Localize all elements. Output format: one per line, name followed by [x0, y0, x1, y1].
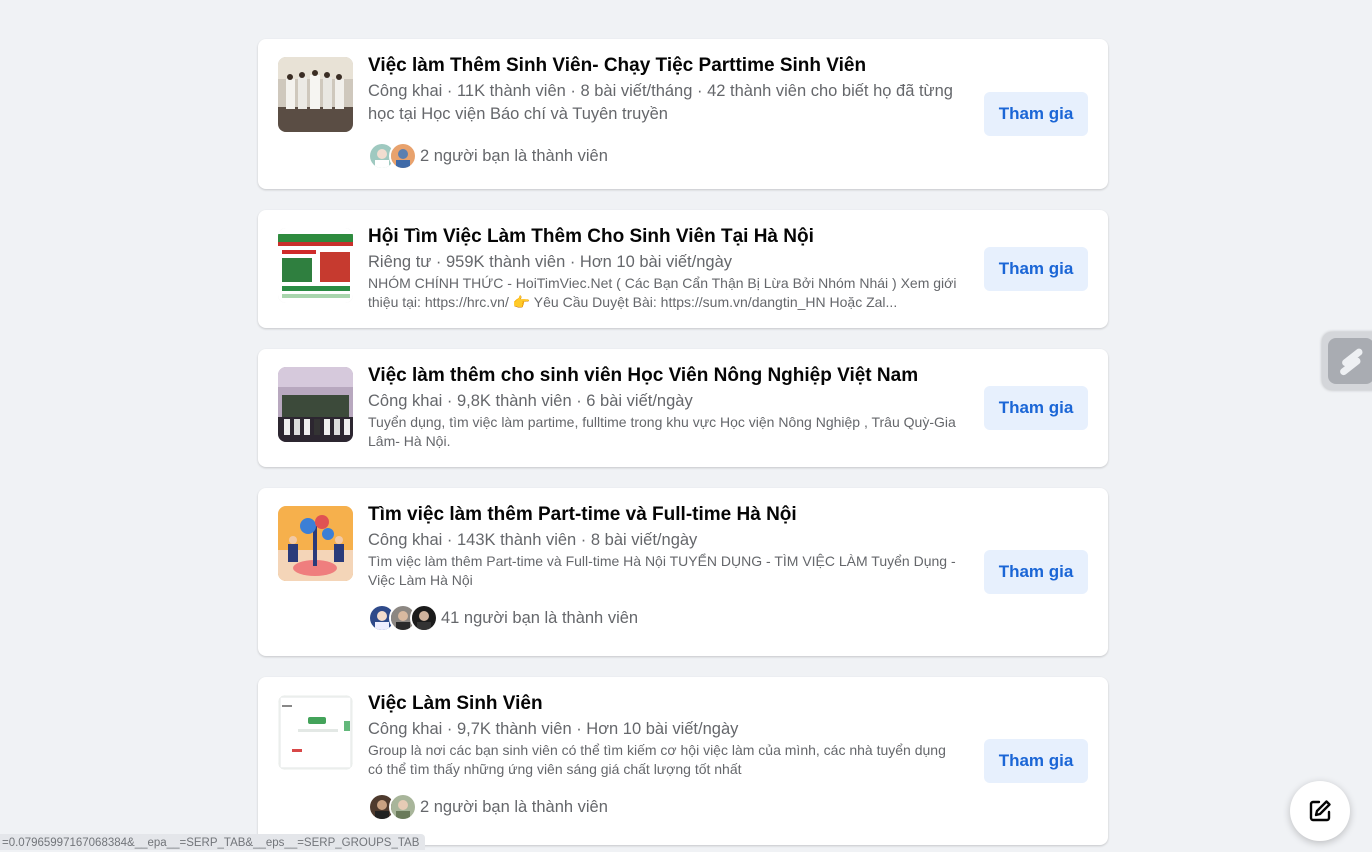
mutual-friends-text: 2 người bạn là thành viên: [420, 797, 608, 816]
group-info: Việc Làm Sinh Viên Công khai · 9,7K thàn…: [368, 691, 958, 821]
friend-avatars: [368, 793, 417, 821]
group-meta: Công khai · 143K thành viên · 8 bài viết…: [368, 531, 698, 549]
mutual-friends: 2 người bạn là thành viên: [368, 142, 958, 170]
group-title[interactable]: Việc Làm Sinh Viên: [368, 691, 958, 717]
join-button[interactable]: Tham gia: [984, 550, 1088, 594]
slash-logo-icon: [1328, 338, 1372, 384]
join-button[interactable]: Tham gia: [984, 386, 1088, 430]
group-meta: Công khai · 9,7K thành viên · Hơn 10 bài…: [368, 720, 739, 738]
group-meta: Công khai · 11K thành viên · 8 bài viết/…: [368, 82, 953, 123]
group-meta: Công khai · 9,8K thành viên · 6 bài viết…: [368, 392, 693, 410]
group-title[interactable]: Tìm việc làm thêm Part-time và Full-time…: [368, 502, 958, 528]
status-bar-url: =0.07965997167068384&__epa__=SERP_TAB&__…: [0, 834, 426, 850]
avatar[interactable]: [389, 142, 417, 170]
group-description: Tìm việc làm thêm Part-time và Full-time…: [368, 553, 956, 588]
group-description: Tuyển dụng, tìm việc làm partime, fullti…: [368, 414, 956, 449]
group-card[interactable]: Việc làm thêm cho sinh viên Học Viên Nôn…: [258, 349, 1108, 467]
friend-avatars: [368, 142, 417, 170]
group-title[interactable]: Việc làm Thêm Sinh Viên- Chạy Tiệc Partt…: [368, 53, 958, 79]
group-title[interactable]: Việc làm thêm cho sinh viên Học Viên Nôn…: [368, 363, 958, 389]
group-meta: Riêng tư · 959K thành viên · Hơn 10 bài …: [368, 253, 732, 271]
group-description: Group là nơi các bạn sinh viên có thể tì…: [368, 742, 946, 777]
mutual-friends-text: 2 người bạn là thành viên: [420, 146, 608, 165]
group-thumbnail[interactable]: [278, 367, 353, 442]
join-button[interactable]: Tham gia: [984, 739, 1088, 783]
join-button[interactable]: Tham gia: [984, 92, 1088, 136]
mutual-friends: 2 người bạn là thành viên: [368, 793, 958, 821]
avatar[interactable]: [410, 604, 438, 632]
mutual-friends: 41 người bạn là thành viên: [368, 604, 958, 632]
group-info: Việc làm thêm cho sinh viên Học Viên Nôn…: [368, 363, 958, 451]
group-card[interactable]: Việc làm Thêm Sinh Viên- Chạy Tiệc Partt…: [258, 39, 1108, 189]
compose-button[interactable]: [1290, 781, 1350, 841]
mutual-friends-text: 41 người bạn là thành viên: [441, 608, 639, 627]
group-thumbnail[interactable]: [278, 506, 353, 581]
group-card[interactable]: Hội Tìm Việc Làm Thêm Cho Sinh Viên Tại …: [258, 210, 1108, 328]
friend-avatars: [368, 604, 438, 632]
group-card[interactable]: Việc Làm Sinh Viên Công khai · 9,7K thàn…: [258, 677, 1108, 845]
group-info: Việc làm Thêm Sinh Viên- Chạy Tiệc Partt…: [368, 53, 958, 170]
group-description: NHÓM CHÍNH THỨC - HoiTimViec.Net ( Các B…: [368, 275, 957, 310]
extension-side-widget[interactable]: [1322, 332, 1372, 390]
group-thumbnail[interactable]: [278, 57, 353, 132]
group-thumbnail[interactable]: [278, 228, 353, 303]
group-title[interactable]: Hội Tìm Việc Làm Thêm Cho Sinh Viên Tại …: [368, 224, 958, 250]
group-info: Hội Tìm Việc Làm Thêm Cho Sinh Viên Tại …: [368, 224, 958, 312]
group-info: Tìm việc làm thêm Part-time và Full-time…: [368, 502, 958, 632]
avatar[interactable]: [389, 793, 417, 821]
join-button[interactable]: Tham gia: [984, 247, 1088, 291]
group-thumbnail[interactable]: [278, 695, 353, 770]
group-card[interactable]: Tìm việc làm thêm Part-time và Full-time…: [258, 488, 1108, 656]
compose-icon: [1309, 800, 1331, 822]
